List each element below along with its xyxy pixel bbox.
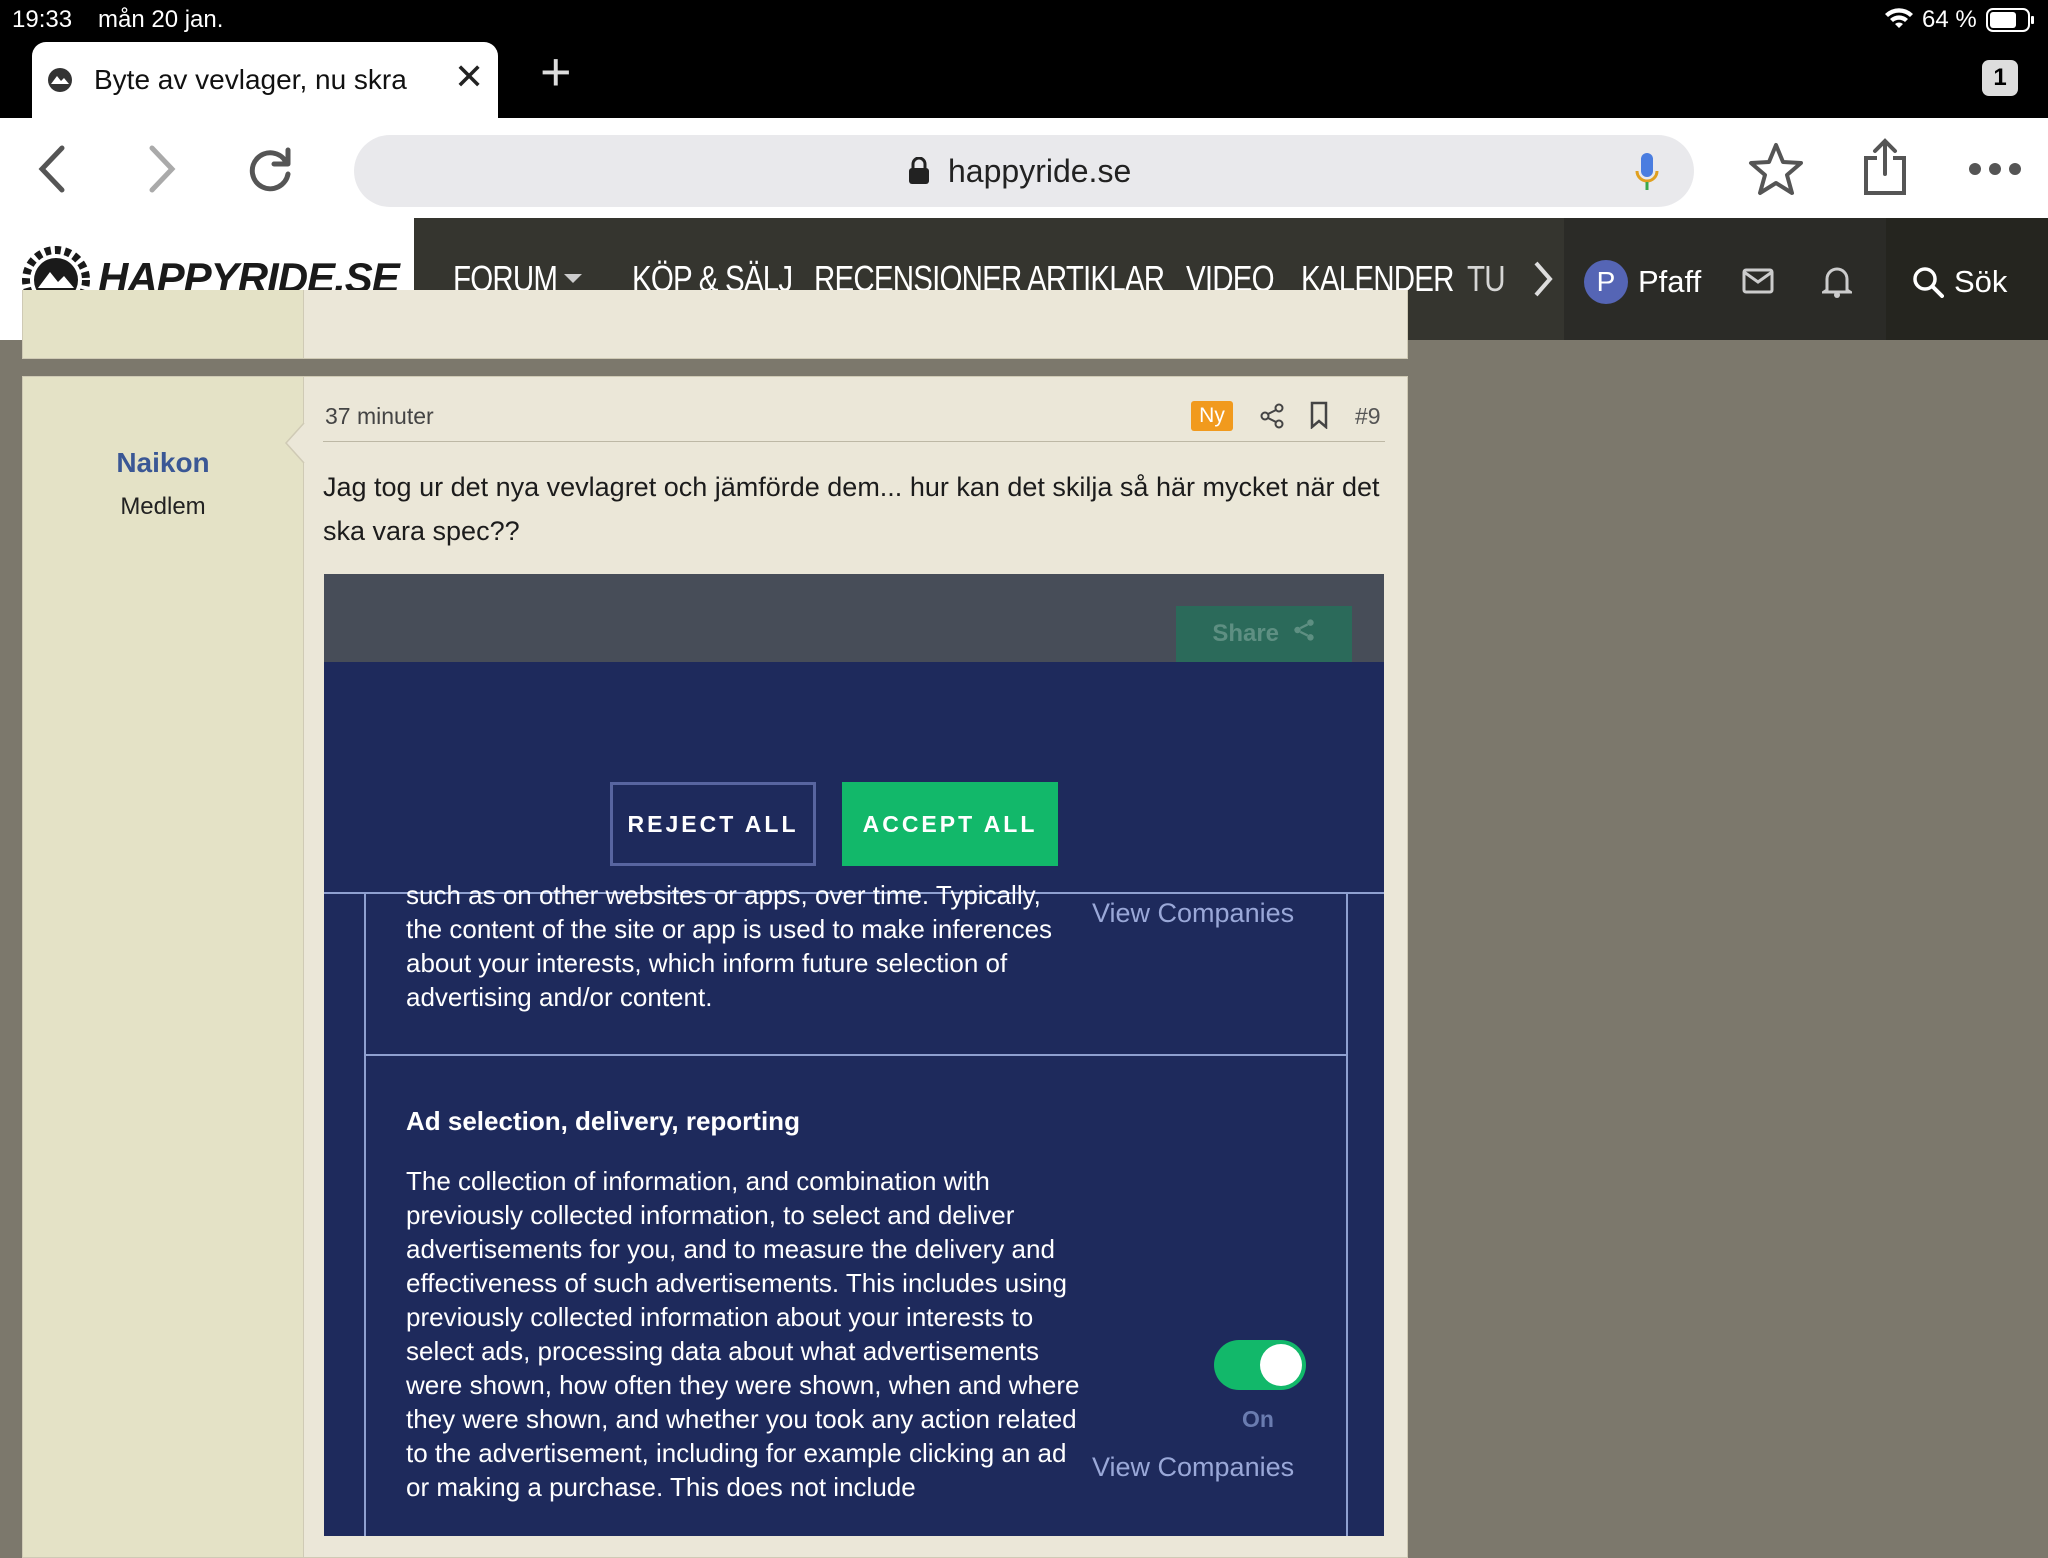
star-icon[interactable] <box>1748 142 1804 201</box>
user-name[interactable]: Pfaff <box>1638 264 1701 300</box>
tab-title: Byte av vevlager, nu skra <box>94 64 407 95</box>
site-favicon-icon <box>46 66 74 99</box>
post-arrow-icon <box>284 422 305 468</box>
new-badge: Ny <box>1191 401 1233 431</box>
post-user-title: Medlem <box>120 493 206 520</box>
browser-tab[interactable]: Byte av vevlager, nu skra ✕ <box>32 42 498 118</box>
chevron-right-icon[interactable] <box>1532 260 1554 303</box>
address-bar[interactable]: happyride.se <box>354 135 1694 207</box>
status-date: mån 20 jan. <box>98 6 224 33</box>
purpose-ad-selection-title: Ad selection, delivery, reporting <box>406 1106 800 1136</box>
embedded-consent-frame: Share REJECT ALL ACCEPT ALL such as on o… <box>324 574 1384 1536</box>
purpose-ad-selection-text: The collection of information, and combi… <box>406 1166 1080 1502</box>
view-companies-link[interactable]: View Companies <box>1092 898 1294 929</box>
status-time: 19:33 <box>12 6 73 33</box>
mic-icon[interactable] <box>1634 151 1660 198</box>
post-username[interactable]: Naikon <box>23 447 303 479</box>
url-text: happyride.se <box>948 153 1132 189</box>
nav-item-truncated[interactable]: TU <box>1467 258 1506 300</box>
share-icon[interactable] <box>1862 138 1908 201</box>
toggle-knob <box>1260 1344 1302 1386</box>
share-post-icon[interactable] <box>1259 403 1285 434</box>
battery-percent: 64 % <box>1922 6 1977 33</box>
close-tab-icon[interactable]: ✕ <box>454 56 484 98</box>
post-user-pane: Naikon Medlem <box>23 377 304 1557</box>
browser-toolbar: happyride.se <box>0 118 2048 218</box>
share-nodes-icon <box>1292 607 1316 663</box>
purpose-divider <box>366 1054 1346 1056</box>
toggle-state-label: On <box>1242 1406 1274 1432</box>
tab-count-button[interactable]: 1 <box>1982 60 2018 96</box>
purpose-personalised-content-text: such as on other websites or apps, over … <box>406 880 1053 1012</box>
forward-icon[interactable] <box>146 144 178 199</box>
post-timestamp[interactable]: 37 minuter <box>325 403 434 430</box>
more-icon[interactable] <box>1968 162 2022 181</box>
embed-header: Share <box>324 574 1384 662</box>
back-icon[interactable] <box>36 144 68 199</box>
embed-share-button[interactable]: Share <box>1176 606 1352 662</box>
new-tab-icon[interactable]: + <box>540 45 572 99</box>
battery-icon <box>1986 8 2036 37</box>
previous-post <box>22 290 1408 359</box>
reject-all-button[interactable]: REJECT ALL <box>610 782 816 866</box>
avatar[interactable]: P <box>1584 260 1628 304</box>
accept-all-button[interactable]: ACCEPT ALL <box>842 782 1058 866</box>
bell-icon[interactable] <box>1819 264 1855 303</box>
browser-top-chrome: 19:33 mån 20 jan. 64 % Byte av vevlager,… <box>0 0 2048 118</box>
post-number[interactable]: #9 <box>1355 403 1381 430</box>
chevron-down-icon[interactable] <box>562 272 584 291</box>
post-body-text: Jag tog ur det nya vevlagret och jämförd… <box>323 472 1380 546</box>
post-header-divider <box>323 441 1385 442</box>
wifi-icon <box>1884 8 1914 35</box>
lock-icon <box>908 156 930 185</box>
mail-icon[interactable] <box>1742 268 1774 299</box>
search-icon <box>1912 266 1944 303</box>
previous-post-userpane <box>23 290 304 358</box>
ad-selection-toggle[interactable] <box>1214 1340 1306 1390</box>
purposes-list: such as on other websites or apps, over … <box>364 880 1348 1536</box>
view-companies-link-2[interactable]: View Companies <box>1092 1452 1294 1483</box>
search-button[interactable]: Sök <box>1886 218 2048 340</box>
reload-icon[interactable] <box>246 144 296 199</box>
search-label: Sök <box>1954 264 2008 299</box>
embed-share-label: Share <box>1212 620 1280 647</box>
bookmark-icon[interactable] <box>1309 401 1329 434</box>
